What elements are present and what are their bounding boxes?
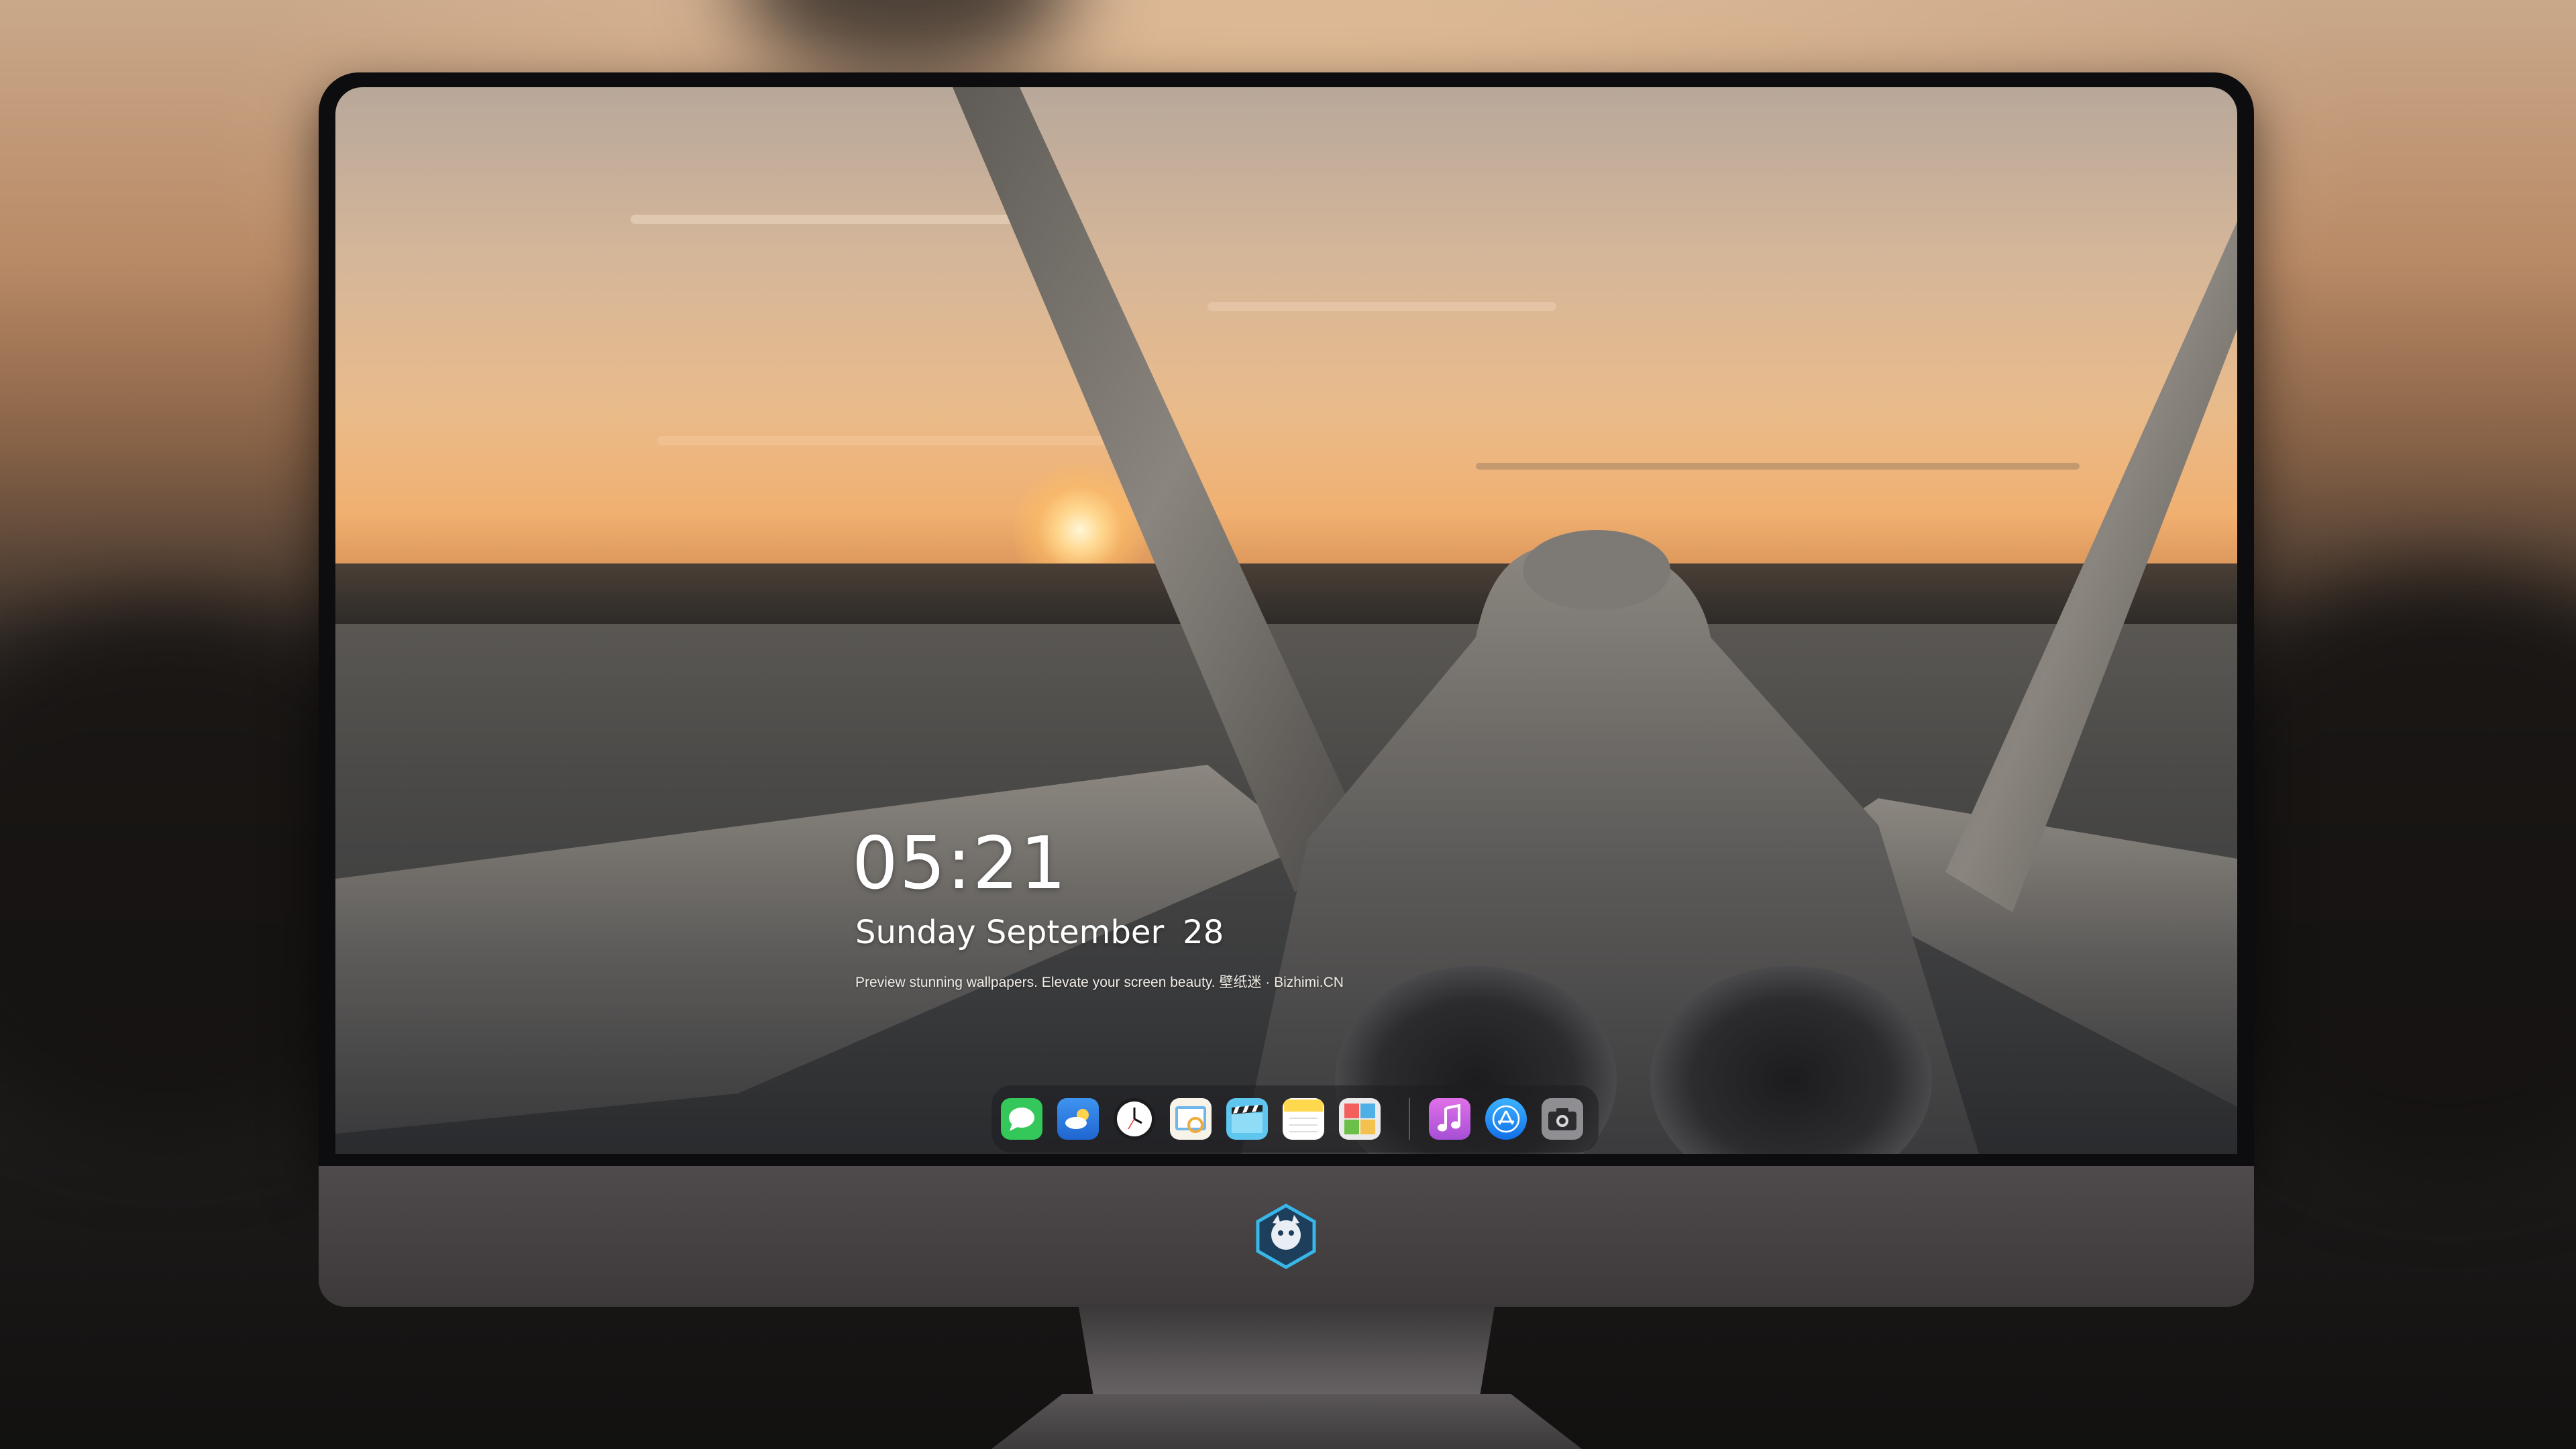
dock-app-app-store[interactable] — [1485, 1098, 1527, 1140]
date-weekday-month: Sunday September — [855, 914, 1165, 951]
app-store-icon — [1492, 1105, 1520, 1133]
monitor-stand — [1079, 1307, 1495, 1407]
dock-app-screenshot[interactable] — [1542, 1098, 1583, 1140]
clapperboard-icon — [1232, 1105, 1263, 1133]
brand-logo-icon — [1256, 1203, 1316, 1269]
monitor-bezel: 05:21 Sunday September 28 Preview stunnin… — [319, 72, 2254, 1166]
date-day: 28 — [1183, 914, 1224, 951]
clock-icon — [1117, 1102, 1152, 1136]
dock-app-itunes[interactable] — [1429, 1098, 1470, 1140]
dock-app-preview[interactable] — [1170, 1098, 1212, 1140]
wallpaper-caption: Preview stunning wallpapers. Elevate you… — [855, 975, 1344, 990]
lock-screen-date: Sunday September 28 — [855, 914, 1224, 951]
music-icon — [1438, 1104, 1460, 1132]
weather-icon — [1065, 1109, 1089, 1129]
dock-app-messages[interactable] — [1001, 1098, 1042, 1140]
dock-app-clock[interactable] — [1114, 1098, 1155, 1140]
monitor-stand-base — [991, 1394, 1582, 1449]
notes-icon — [1284, 1099, 1323, 1132]
dock-app-weather[interactable] — [1057, 1098, 1099, 1140]
lock-screen-time: 05:21 — [852, 822, 1068, 906]
camera-icon — [1548, 1108, 1576, 1130]
preview-icon — [1175, 1106, 1206, 1133]
dock-app-final-cut[interactable] — [1226, 1098, 1268, 1140]
desktop-mockup: 05:21 Sunday September 28 Preview stunnin… — [0, 0, 2576, 1449]
dock — [991, 1085, 1599, 1152]
lock-screen[interactable]: 05:21 Sunday September 28 Preview stunnin… — [335, 87, 2237, 1154]
dock-app-notes[interactable] — [1283, 1098, 1324, 1140]
dock-app-photo-booth[interactable] — [1339, 1098, 1381, 1140]
wallpaper-fighter-jet — [335, 87, 2237, 1154]
photos-icon — [1344, 1104, 1375, 1134]
messages-icon — [1009, 1108, 1034, 1131]
dock-separator — [1409, 1098, 1410, 1140]
